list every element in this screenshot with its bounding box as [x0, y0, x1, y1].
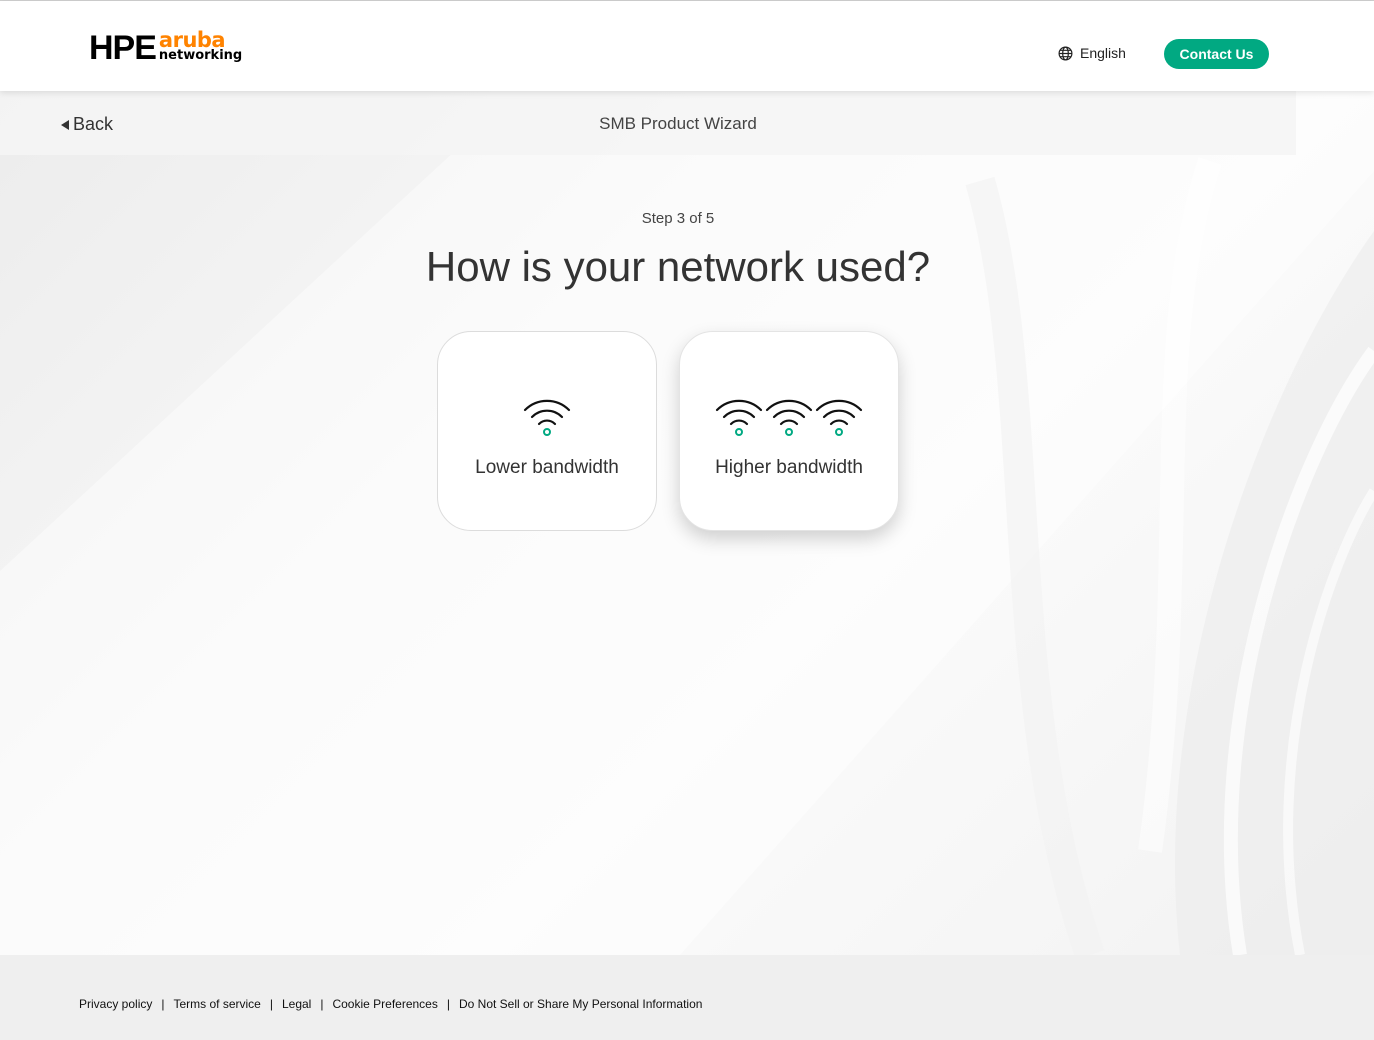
footer-link-do-not-sell[interactable]: Do Not Sell or Share My Personal Informa… — [459, 997, 702, 1011]
language-selector[interactable]: English — [1058, 45, 1126, 61]
footer-link-legal[interactable]: Legal — [282, 997, 311, 1011]
logo-hpe-text: HPE — [89, 29, 157, 67]
footer-separator: | — [446, 997, 450, 1011]
option-icons — [680, 398, 898, 438]
option-icons — [438, 398, 656, 438]
option-label: Lower bandwidth — [475, 457, 619, 478]
logo-aruba-text: aruba — [158, 28, 226, 52]
footer-separator: | — [269, 997, 273, 1011]
globe-icon — [1058, 46, 1073, 60]
language-label: English — [1080, 45, 1126, 61]
logo-networking-text: networking — [158, 48, 243, 63]
logo-aruba-group: aruba networking — [158, 28, 243, 63]
step-indicator: Step 3 of 5 — [641, 210, 715, 227]
wifi-icon — [765, 399, 813, 436]
footer-link-terms-of-service[interactable]: Terms of service — [173, 997, 260, 1011]
hpe-aruba-logo[interactable]: HPE aruba networking — [89, 27, 243, 67]
wifi-icon — [523, 399, 571, 436]
site-footer: Privacy policy | Terms of service | Lega… — [0, 955, 1374, 1040]
option-label: Higher bandwidth — [715, 457, 863, 478]
footer-links: Privacy policy | Terms of service | Lega… — [79, 997, 702, 1011]
wifi-icon — [815, 399, 863, 436]
footer-link-cookie-preferences[interactable]: Cookie Preferences — [332, 997, 437, 1011]
question-heading: How is your network used? — [425, 243, 931, 290]
wifi-icon — [715, 399, 763, 436]
site-header: HPE aruba networking English Contact Us — [0, 1, 1374, 91]
footer-separator: | — [161, 997, 165, 1011]
option-card-lower-bandwidth[interactable]: Lower bandwidth — [437, 331, 657, 531]
wizard-title: SMB Product Wizard — [599, 114, 757, 133]
contact-us-button[interactable]: Contact Us — [1164, 39, 1269, 69]
footer-link-privacy-policy[interactable]: Privacy policy — [79, 997, 152, 1011]
option-card-higher-bandwidth[interactable]: Higher bandwidth — [679, 331, 899, 531]
footer-separator: | — [320, 997, 324, 1011]
